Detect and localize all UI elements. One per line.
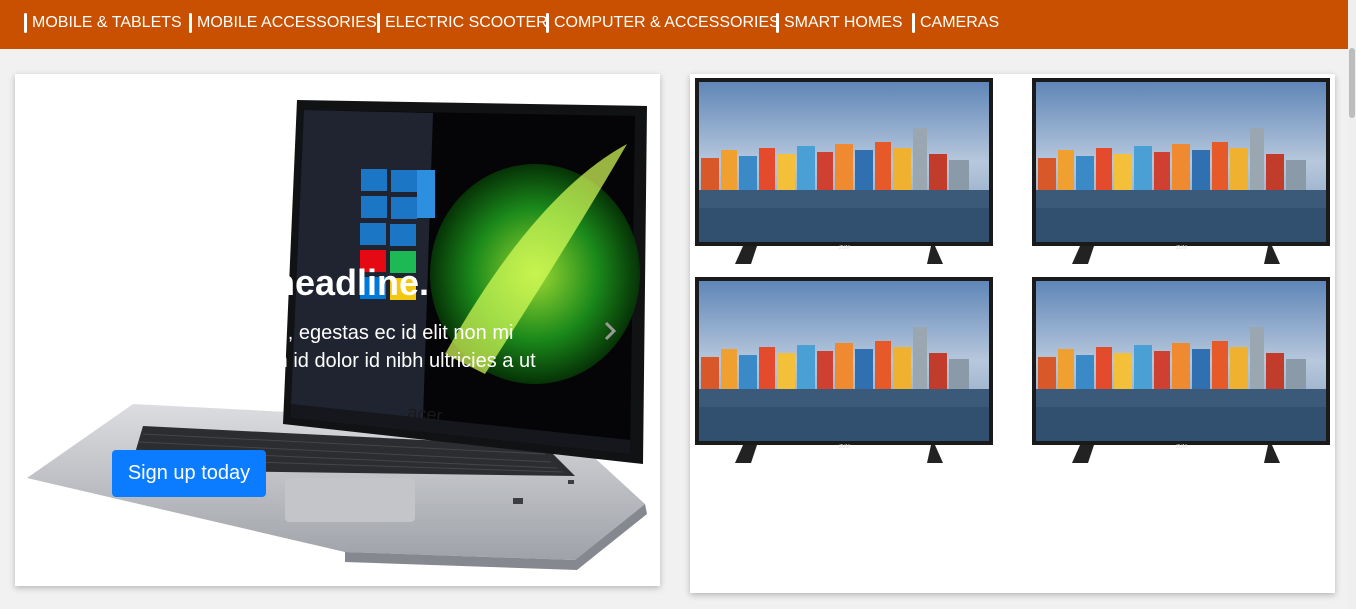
nav-divider <box>546 13 549 33</box>
top-navigation-bar: MOBILE & TABLETS MOBILE ACCESSORIES ELEC… <box>0 0 1348 49</box>
sign-up-button[interactable]: Sign up today <box>112 450 266 497</box>
nav-divider <box>189 13 192 33</box>
carousel: acer headline. apibus ac facilisis in, e… <box>15 74 660 586</box>
nav-item-label: SMART HOMES <box>784 14 903 31</box>
tv-product-image[interactable]: ZUM <box>695 78 993 272</box>
page-scrollbar[interactable] <box>1348 0 1356 609</box>
tv-brand-label: ZUM <box>839 444 850 450</box>
nav-item-electric-scooter[interactable]: ELECTRIC SCOOTER <box>377 12 548 34</box>
nav-item-cameras[interactable]: CAMERAS <box>912 12 999 34</box>
tv-brand-label: ZUM <box>1176 245 1187 251</box>
tv-brand-label: ZUM <box>839 245 850 251</box>
nav-item-mobile-tablets[interactable]: MOBILE & TABLETS <box>24 12 182 34</box>
scrollbar-thumb[interactable] <box>1349 48 1355 118</box>
nav-divider <box>776 13 779 33</box>
chevron-right-icon[interactable] <box>603 320 617 342</box>
carousel-lead-text: apibus ac facilisis in, egestas ec id el… <box>111 322 536 400</box>
nav-divider <box>24 13 27 33</box>
tv-product-image[interactable]: ZUM <box>1032 277 1330 471</box>
nav-item-mobile-accessories[interactable]: MOBILE ACCESSORIES <box>189 12 377 34</box>
nav-item-label: ELECTRIC SCOOTER <box>385 14 548 31</box>
tv-brand-label: ZUM <box>1176 444 1187 450</box>
nav-item-label: MOBILE ACCESSORIES <box>197 14 377 31</box>
carousel-headline: headline. <box>273 262 430 303</box>
product-grid: ZUM ZUM ZUM ZUM <box>690 74 1335 593</box>
tv-product-image[interactable]: ZUM <box>695 277 993 471</box>
nav-item-computer-accessories[interactable]: COMPUTER & ACCESSORIES <box>546 12 780 34</box>
nav-divider <box>377 13 380 33</box>
nav-divider <box>912 13 915 33</box>
nav-item-label: CAMERAS <box>920 14 1000 31</box>
carousel-caption: headline. apibus ac facilisis in, egesta… <box>15 74 660 586</box>
nav-item-label: MOBILE & TABLETS <box>32 14 182 31</box>
tv-product-image[interactable]: ZUM <box>1032 78 1330 272</box>
nav-item-label: COMPUTER & ACCESSORIES <box>554 14 780 31</box>
nav-item-smart-homes[interactable]: SMART HOMES <box>776 12 903 34</box>
